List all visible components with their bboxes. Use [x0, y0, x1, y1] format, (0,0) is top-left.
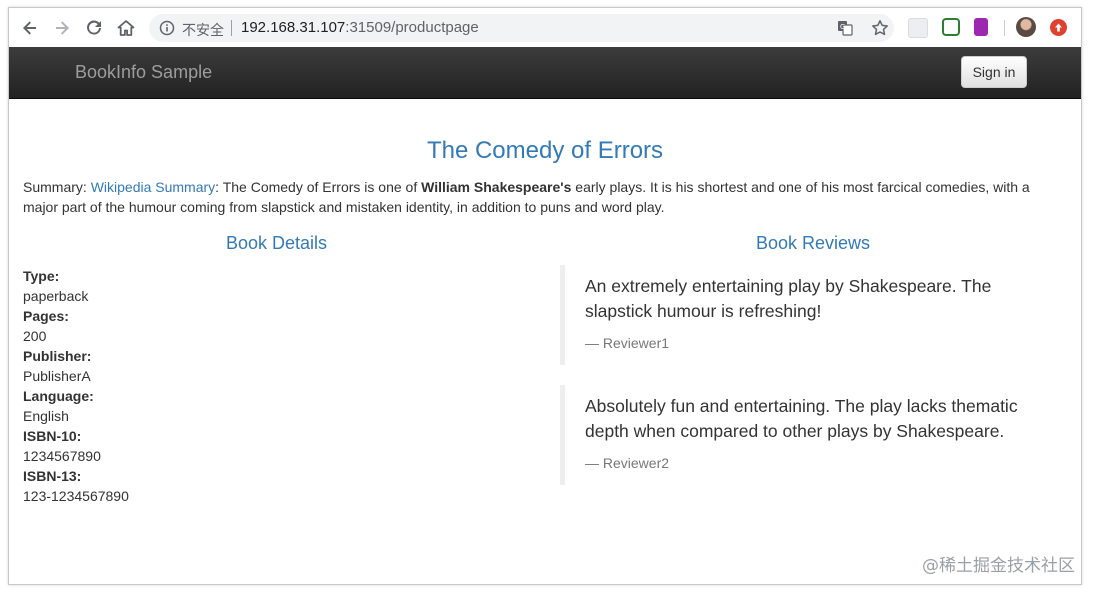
review-text: Absolutely fun and entertaining. The pla… — [585, 396, 1018, 441]
translate-icon[interactable]: G — [837, 20, 853, 36]
url-host: 192.168.31.107 — [241, 19, 346, 36]
profile-avatar[interactable] — [1016, 17, 1036, 37]
extension-icon[interactable] — [908, 18, 928, 38]
home-icon[interactable] — [114, 16, 138, 40]
book-title: The Comedy of Errors — [426, 137, 664, 164]
book-reviews-heading: Book Reviews — [755, 233, 871, 253]
detail-value-publisher: PublisherA — [23, 368, 91, 384]
review-card: Absolutely fun and entertaining. The pla… — [560, 385, 1040, 485]
address-bar[interactable]: 不安全 192.168.31.107:31509/productpage G — [149, 14, 894, 42]
review-author: — Reviewer1 — [585, 335, 670, 351]
address-divider — [231, 20, 232, 36]
detail-label-type: Type: — [23, 268, 60, 284]
detail-label-pages: Pages: — [23, 308, 69, 324]
app-navbar: BookInfo Sample Sign in — [9, 47, 1081, 99]
detail-label-language: Language: — [23, 388, 94, 404]
reload-icon[interactable] — [82, 16, 106, 40]
detail-label-publisher: Publisher: — [23, 348, 92, 364]
extension-green-icon[interactable] — [942, 18, 960, 36]
detail-label-isbn13: ISBN-13: — [23, 468, 82, 484]
svg-text:G: G — [840, 23, 845, 31]
detail-value-pages: 200 — [23, 328, 47, 344]
info-icon[interactable] — [159, 20, 175, 36]
url-text[interactable]: 192.168.31.107:31509/productpage — [241, 19, 479, 36]
star-icon[interactable] — [871, 19, 889, 37]
detail-value-isbn10: 1234567890 — [23, 448, 101, 464]
browser-window: 不安全 192.168.31.107:31509/productpage G B… — [8, 7, 1082, 585]
book-details-heading: Book Details — [225, 233, 328, 253]
detail-value-type: paperback — [23, 288, 89, 304]
detail-label-isbn10: ISBN-10: — [23, 428, 82, 444]
review-card: An extremely entertaining play by Shakes… — [560, 265, 1040, 365]
extension-rp-icon[interactable] — [974, 18, 988, 36]
detail-value-language: English — [23, 408, 69, 424]
sign-in-button[interactable]: Sign in — [961, 56, 1027, 88]
review-text: An extremely entertaining play by Shakes… — [585, 276, 992, 321]
detail-value-isbn13: 123-1234567890 — [23, 488, 129, 504]
book-summary: Summary: Wikipedia Summary: The Comedy o… — [23, 177, 1053, 217]
watermark: @稀土掘金技术社区 — [922, 556, 1075, 576]
back-icon[interactable] — [18, 16, 42, 40]
page-content: The Comedy of Errors Summary: Wikipedia … — [9, 99, 1081, 584]
forward-icon[interactable] — [50, 16, 74, 40]
navbar-brand[interactable]: BookInfo Sample — [75, 62, 212, 83]
summary-prefix: Summary: — [23, 179, 91, 195]
update-icon[interactable] — [1050, 19, 1067, 36]
security-label: 不安全 — [182, 23, 224, 39]
summary-text-1: : The Comedy of Errors is one of — [215, 179, 422, 195]
review-author: — Reviewer2 — [585, 455, 670, 471]
toolbar-divider — [1004, 20, 1005, 36]
book-details-list: Type: paperback Pages: 200 Publisher: Pu… — [23, 266, 129, 506]
summary-author: William Shakespeare's — [421, 179, 572, 195]
wikipedia-summary-link[interactable]: Wikipedia Summary — [91, 179, 215, 195]
browser-toolbar: 不安全 192.168.31.107:31509/productpage G — [9, 8, 1081, 48]
url-path: :31509/productpage — [345, 19, 479, 36]
